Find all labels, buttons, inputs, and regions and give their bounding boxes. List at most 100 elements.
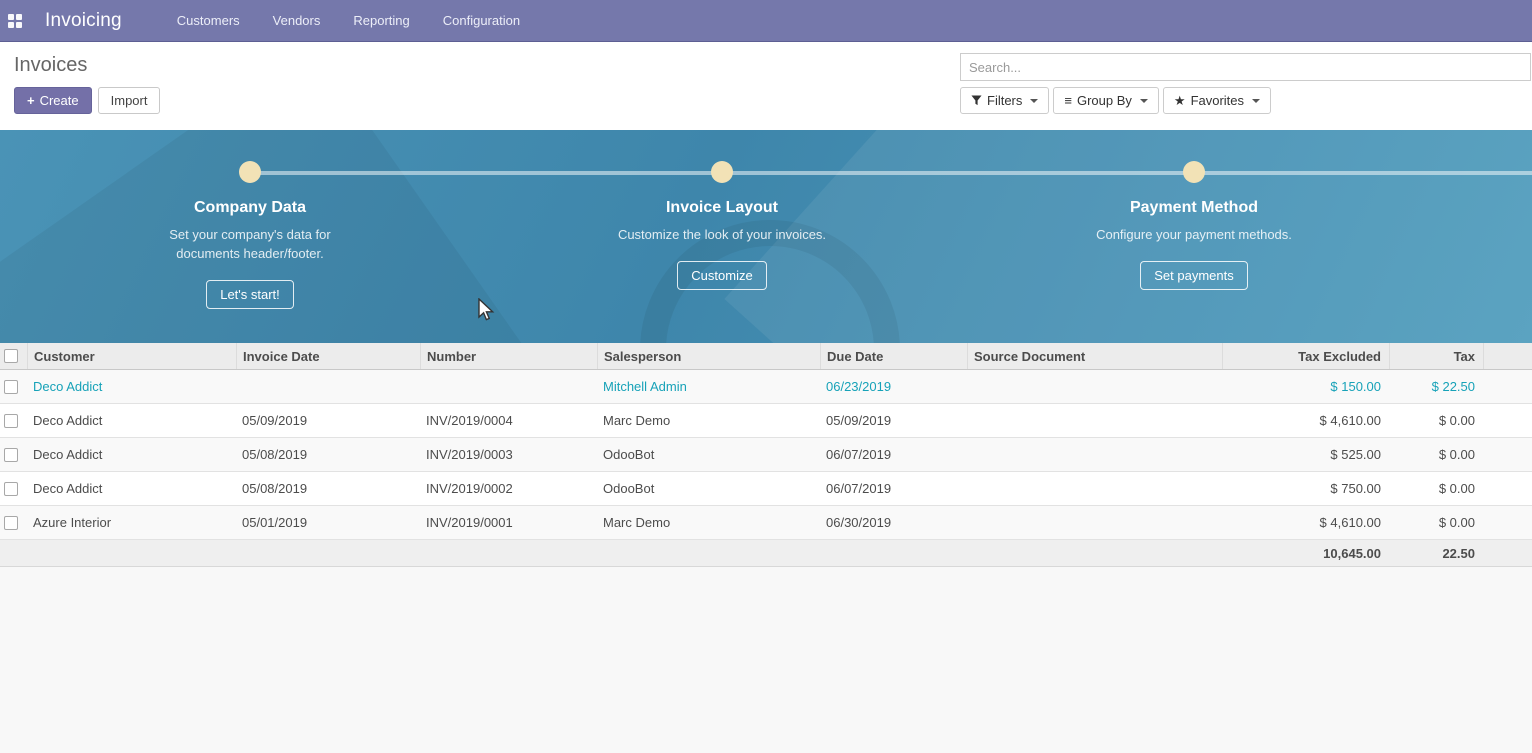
table-row[interactable]: Deco Addict05/08/2019INV/2019/0003OdooBo… xyxy=(0,438,1532,472)
column-header-number[interactable]: Number xyxy=(420,343,597,369)
column-header-tax[interactable]: Tax xyxy=(1389,343,1483,369)
row-checkbox[interactable] xyxy=(4,448,18,462)
column-header-tax-excluded[interactable]: Tax Excluded xyxy=(1222,343,1389,369)
row-checkbox[interactable] xyxy=(4,516,18,530)
list-empty-area xyxy=(0,567,1532,753)
cell-tax[interactable]: $ 0.00 xyxy=(1389,447,1483,462)
onboarding-step-payment-method: Payment Method Configure your payment me… xyxy=(1044,161,1344,290)
step-description: Customize the look of your invoices. xyxy=(615,226,830,245)
favorites-button-label: Favorites xyxy=(1191,93,1244,108)
table-row[interactable]: Deco Addict05/08/2019INV/2019/0002OdooBo… xyxy=(0,472,1532,506)
search-input[interactable] xyxy=(960,53,1531,81)
step-description: Set your company's data for documents he… xyxy=(143,226,358,264)
create-button[interactable]: + Create xyxy=(14,87,92,114)
cell-due-date[interactable]: 05/09/2019 xyxy=(820,413,967,428)
step-dot-icon xyxy=(711,161,733,183)
cell-due-date[interactable]: 06/07/2019 xyxy=(820,447,967,462)
cell-tax[interactable]: $ 0.00 xyxy=(1389,413,1483,428)
onboarding-step-invoice-layout: Invoice Layout Customize the look of you… xyxy=(572,161,872,290)
cell-salesperson[interactable]: Marc Demo xyxy=(597,413,820,428)
table-row[interactable]: Deco Addict05/09/2019INV/2019/0004Marc D… xyxy=(0,404,1532,438)
cell-number[interactable]: INV/2019/0002 xyxy=(420,481,597,496)
cell-tax[interactable]: $ 0.00 xyxy=(1389,515,1483,530)
cell-salesperson[interactable]: Mitchell Admin xyxy=(597,379,820,394)
cell-tax[interactable]: $ 0.00 xyxy=(1389,481,1483,496)
step-description: Configure your payment methods. xyxy=(1087,226,1302,245)
step-title: Invoice Layout xyxy=(666,199,778,217)
cell-tax-excluded[interactable]: $ 4,610.00 xyxy=(1222,413,1389,428)
cell-customer[interactable]: Deco Addict xyxy=(27,379,236,394)
row-checkbox[interactable] xyxy=(4,414,18,428)
cell-customer[interactable]: Deco Addict xyxy=(27,481,236,496)
nav-item-reporting[interactable]: Reporting xyxy=(353,13,409,28)
customize-button[interactable]: Customize xyxy=(677,261,766,290)
cell-invoice-date[interactable]: 05/01/2019 xyxy=(236,515,420,530)
favorites-button[interactable]: ★ Favorites xyxy=(1163,87,1271,114)
column-header-spacer xyxy=(1483,343,1532,369)
cell-invoice-date[interactable]: 05/09/2019 xyxy=(236,413,420,428)
cell-invoice-date[interactable]: 05/08/2019 xyxy=(236,481,420,496)
cell-due-date[interactable]: 06/23/2019 xyxy=(820,379,967,394)
cell-tax[interactable]: $ 22.50 xyxy=(1389,379,1483,394)
table-row[interactable]: Deco Addict Mitchell Admin06/23/2019 $ 150… xyxy=(0,370,1532,404)
cell-tax-excluded[interactable]: $ 750.00 xyxy=(1222,481,1389,496)
app-title[interactable]: Invoicing xyxy=(45,10,122,32)
cell-customer[interactable]: Deco Addict xyxy=(27,447,236,462)
cell-customer[interactable]: Deco Addict xyxy=(27,413,236,428)
row-checkbox-cell xyxy=(0,516,27,530)
nav-menu: Customers Vendors Reporting Configuratio… xyxy=(177,13,520,28)
cell-invoice-date[interactable]: 05/08/2019 xyxy=(236,447,420,462)
total-tax-excluded: 10,645.00 xyxy=(1222,546,1389,561)
lets-start-button[interactable]: Let's start! xyxy=(206,280,294,309)
nav-item-customers[interactable]: Customers xyxy=(177,13,240,28)
row-checkbox-cell xyxy=(0,482,27,496)
total-tax: 22.50 xyxy=(1389,546,1483,561)
cell-salesperson[interactable]: OdooBot xyxy=(597,481,820,496)
onboarding-step-company-data: Company Data Set your company's data for… xyxy=(100,161,400,309)
group-by-icon: ≡ xyxy=(1064,94,1072,107)
cell-salesperson[interactable]: Marc Demo xyxy=(597,515,820,530)
onboarding-banner: Company Data Set your company's data for… xyxy=(0,130,1532,343)
filters-button[interactable]: Filters xyxy=(960,87,1049,114)
filter-icon xyxy=(971,95,982,106)
select-all-checkbox-cell xyxy=(0,343,27,369)
table-row[interactable]: Azure Interior05/01/2019INV/2019/0001Mar… xyxy=(0,506,1532,540)
step-title: Payment Method xyxy=(1130,199,1258,217)
group-by-button-label: Group By xyxy=(1077,93,1132,108)
plus-icon: + xyxy=(27,93,35,108)
group-by-button[interactable]: ≡ Group By xyxy=(1053,87,1159,114)
create-button-label: Create xyxy=(40,93,79,108)
nav-item-configuration[interactable]: Configuration xyxy=(443,13,520,28)
cell-number[interactable]: INV/2019/0003 xyxy=(420,447,597,462)
cell-tax-excluded[interactable]: $ 4,610.00 xyxy=(1222,515,1389,530)
star-icon: ★ xyxy=(1174,94,1186,107)
caret-down-icon xyxy=(1140,99,1148,103)
set-payments-button[interactable]: Set payments xyxy=(1140,261,1248,290)
cell-customer[interactable]: Azure Interior xyxy=(27,515,236,530)
invoice-list: Customer Invoice Date Number Salesperson… xyxy=(0,343,1532,753)
top-navbar: Invoicing Customers Vendors Reporting Co… xyxy=(0,0,1532,42)
column-header-due-date[interactable]: Due Date xyxy=(820,343,967,369)
column-header-source-document[interactable]: Source Document xyxy=(967,343,1222,369)
row-checkbox-cell xyxy=(0,448,27,462)
column-header-salesperson[interactable]: Salesperson xyxy=(597,343,820,369)
row-checkbox[interactable] xyxy=(4,380,18,394)
step-dot-icon xyxy=(239,161,261,183)
apps-grid-icon[interactable] xyxy=(8,14,22,28)
column-header-customer[interactable]: Customer xyxy=(27,343,236,369)
select-all-checkbox[interactable] xyxy=(4,349,18,363)
table-footer-row: 10,645.00 22.50 xyxy=(0,540,1532,567)
cell-due-date[interactable]: 06/07/2019 xyxy=(820,481,967,496)
cell-due-date[interactable]: 06/30/2019 xyxy=(820,515,967,530)
nav-item-vendors[interactable]: Vendors xyxy=(273,13,321,28)
row-checkbox[interactable] xyxy=(4,482,18,496)
cell-salesperson[interactable]: OdooBot xyxy=(597,447,820,462)
import-button[interactable]: Import xyxy=(98,87,161,114)
cell-tax-excluded[interactable]: $ 150.00 xyxy=(1222,379,1389,394)
cell-tax-excluded[interactable]: $ 525.00 xyxy=(1222,447,1389,462)
column-header-invoice-date[interactable]: Invoice Date xyxy=(236,343,420,369)
table-header-row: Customer Invoice Date Number Salesperson… xyxy=(0,343,1532,370)
cell-number[interactable]: INV/2019/0004 xyxy=(420,413,597,428)
step-title: Company Data xyxy=(194,199,306,217)
cell-number[interactable]: INV/2019/0001 xyxy=(420,515,597,530)
